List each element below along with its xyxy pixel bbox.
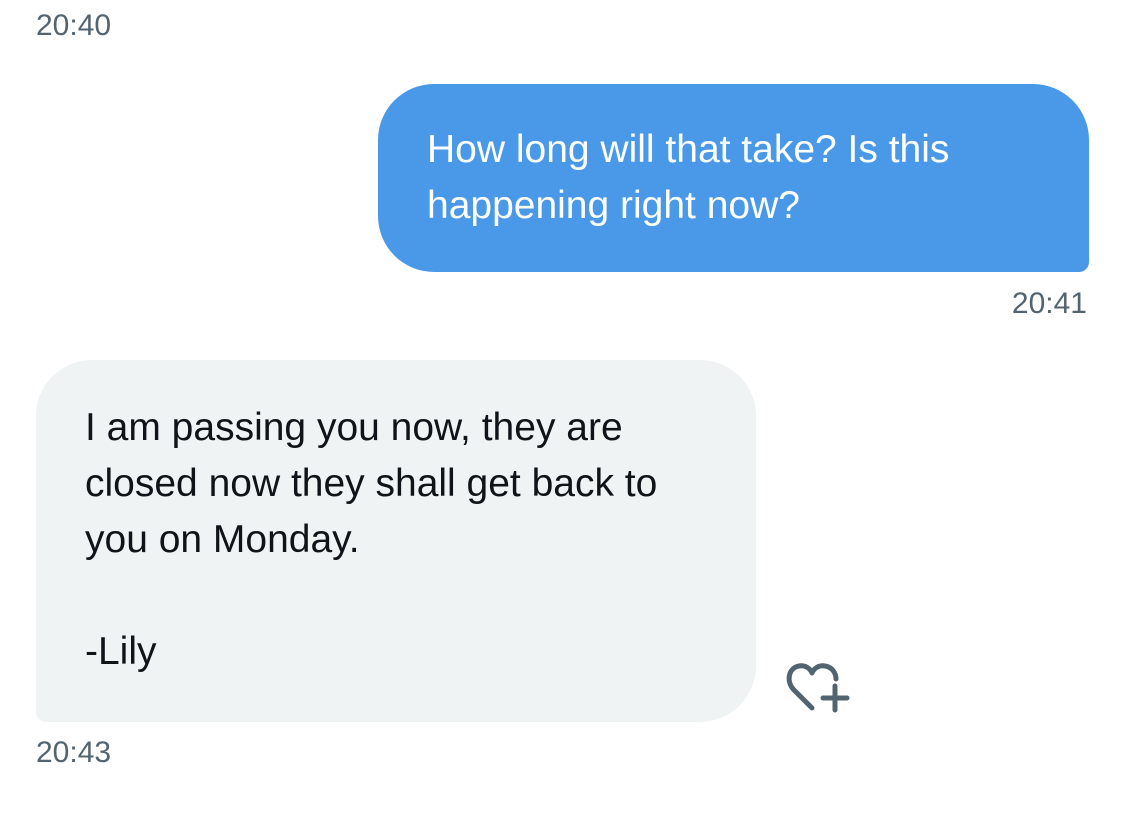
received-message-timestamp: 20:43 <box>36 736 112 769</box>
sent-message-timestamp: 20:41 <box>1011 287 1087 320</box>
message-timestamp: 20:40 <box>36 9 112 42</box>
sent-message-bubble[interactable]: How long will that take? Is this happeni… <box>378 84 1089 272</box>
received-message-bubble[interactable]: I am passing you now, they are closed no… <box>36 360 756 722</box>
add-reaction-button[interactable] <box>782 656 852 716</box>
heart-plus-icon <box>786 663 850 713</box>
